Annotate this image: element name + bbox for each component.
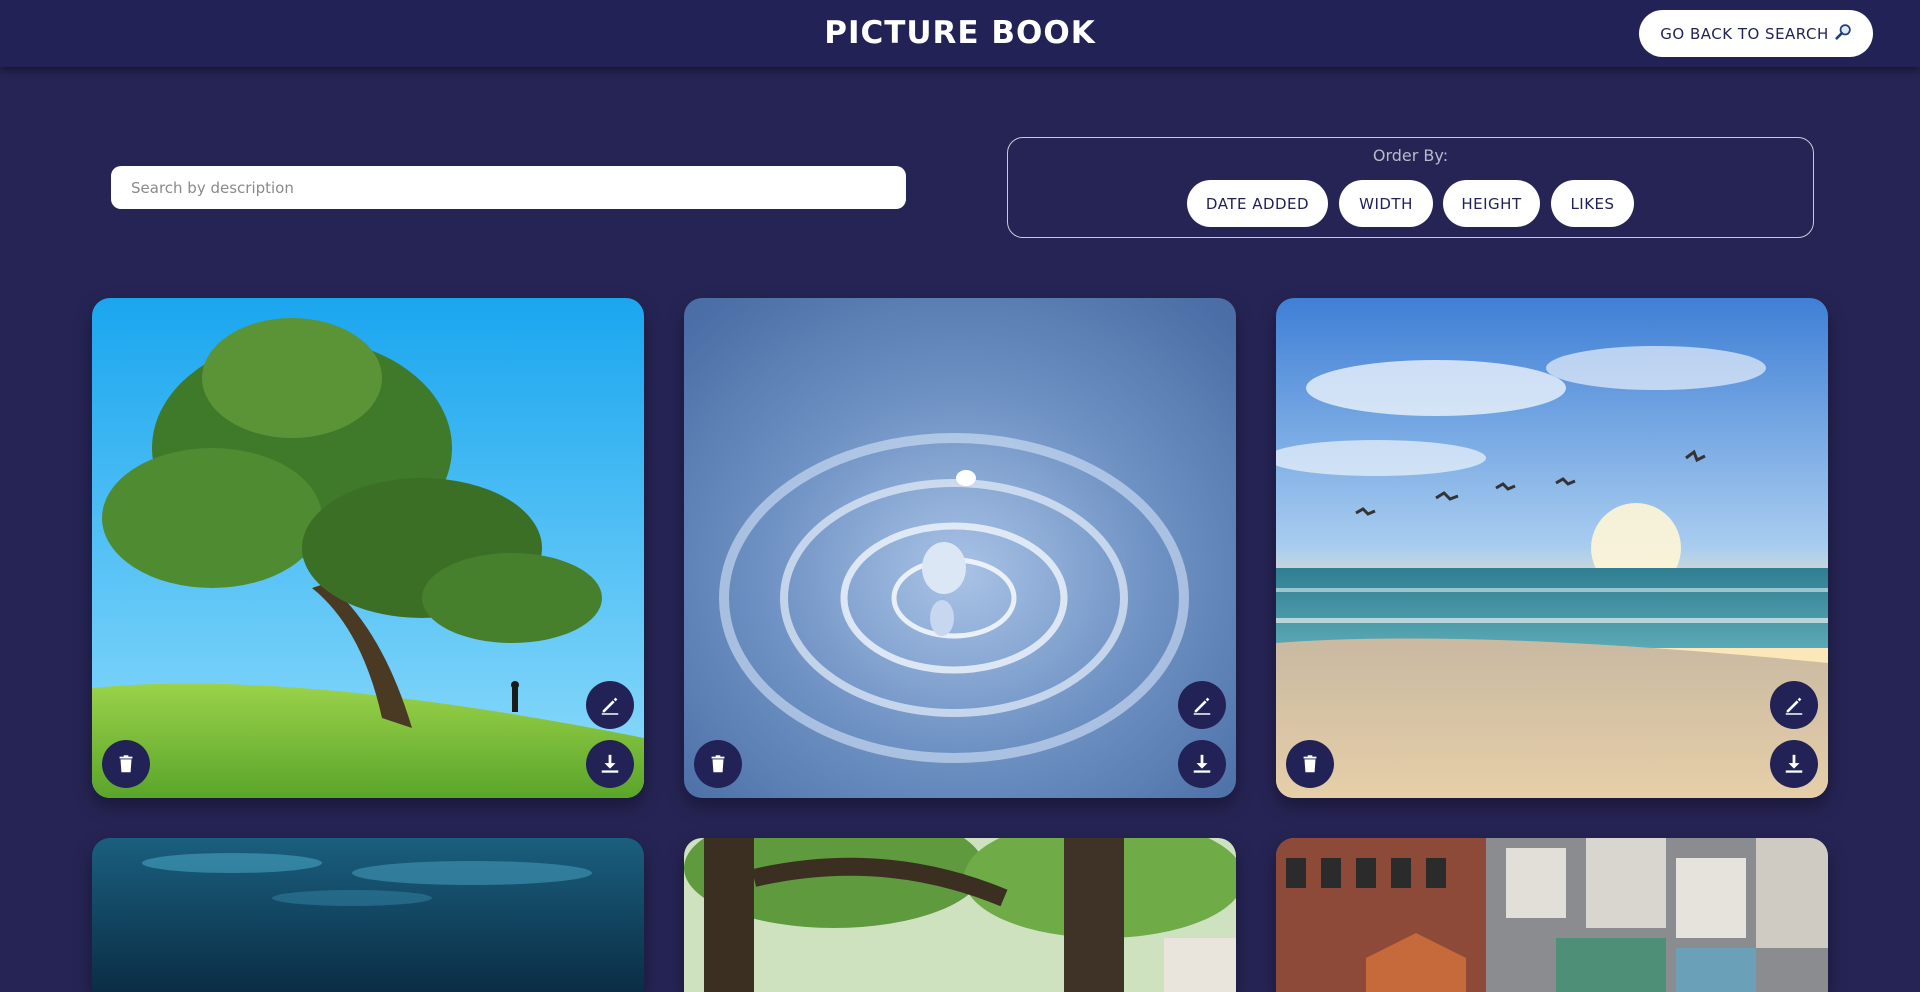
picture-card [684,838,1236,992]
order-height-button[interactable]: HEIGHT [1443,180,1540,227]
order-date-added-button[interactable]: DATE ADDED [1187,180,1328,227]
delete-button[interactable] [694,740,742,788]
download-button[interactable] [1770,740,1818,788]
download-icon [601,754,619,773]
trash-icon [1303,755,1317,773]
trash-icon [119,755,133,773]
edit-button[interactable] [586,681,634,729]
edit-icon [1193,697,1211,715]
order-width-button[interactable]: WIDTH [1339,180,1433,227]
edit-button[interactable] [1770,681,1818,729]
app-header: PICTURE BOOK GO BACK TO SEARCH [0,0,1920,67]
picture-card [92,298,644,798]
search-input[interactable] [111,166,906,209]
forest-photo[interactable] [684,838,1236,992]
download-button[interactable] [1178,740,1226,788]
page-title: PICTURE BOOK [824,15,1096,51]
order-by-panel: Order By: DATE ADDED WIDTH HEIGHT LIKES [1007,137,1814,238]
go-back-to-search-button[interactable]: GO BACK TO SEARCH [1639,10,1873,57]
download-icon [1193,754,1211,773]
picture-card [1276,838,1828,992]
picture-card [684,298,1236,798]
beach-sunset-photo[interactable] [1276,298,1828,798]
underwater-photo[interactable] [92,838,644,992]
go-back-to-search-label: GO BACK TO SEARCH [1660,24,1829,43]
edit-button[interactable] [1178,681,1226,729]
picture-card [92,838,644,992]
delete-button[interactable] [102,740,150,788]
edit-icon [1785,697,1803,715]
tree-photo[interactable] [92,298,644,798]
city-aerial-photo[interactable] [1276,838,1828,992]
magnifier-icon [1835,23,1852,44]
trash-icon [711,755,725,773]
download-button[interactable] [586,740,634,788]
delete-button[interactable] [1286,740,1334,788]
download-icon [1785,754,1803,773]
water-droplet-photo[interactable] [684,298,1236,798]
edit-icon [601,697,619,715]
order-by-label: Order By: [1372,146,1449,165]
order-likes-button[interactable]: LIKES [1551,180,1634,227]
picture-card [1276,298,1828,798]
